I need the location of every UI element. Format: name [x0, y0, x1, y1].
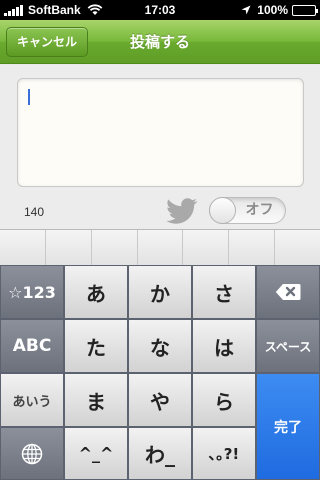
- key-ya[interactable]: や: [128, 373, 192, 427]
- candidate-bar: [0, 229, 320, 265]
- key-a[interactable]: あ: [64, 265, 128, 319]
- key-globe[interactable]: [0, 427, 64, 480]
- key-numbers[interactable]: ☆123: [0, 265, 64, 319]
- key-punctuation[interactable]: ､｡?!: [192, 427, 256, 480]
- twitter-bird-icon: [166, 198, 198, 224]
- key-sa[interactable]: さ: [192, 265, 256, 319]
- candidate-slot[interactable]: [92, 230, 138, 265]
- twitter-share-toggle[interactable]: オフ: [209, 197, 286, 224]
- toggle-state-label: オフ: [245, 202, 274, 218]
- key-space[interactable]: スペース: [256, 319, 320, 373]
- battery-icon: [292, 4, 318, 16]
- character-counter: 140: [24, 205, 45, 219]
- backspace-icon: [275, 284, 301, 300]
- key-wa[interactable]: わ_: [128, 427, 192, 480]
- candidate-slot[interactable]: [46, 230, 92, 265]
- candidate-slot[interactable]: [0, 230, 46, 265]
- japanese-keyboard: ☆123 あ か さ ABC た な は スペース あいう ま や ら 完了 ^…: [0, 265, 320, 480]
- key-delete[interactable]: [256, 265, 320, 319]
- globe-icon: [21, 443, 43, 464]
- key-ma[interactable]: ま: [64, 373, 128, 427]
- post-text-input[interactable]: [17, 78, 304, 187]
- status-bar: SoftBank 17:03 100%: [0, 0, 320, 20]
- key-ka[interactable]: か: [128, 265, 192, 319]
- candidate-slot[interactable]: [138, 230, 184, 265]
- toggle-knob: [209, 197, 236, 224]
- candidate-slot[interactable]: [229, 230, 276, 265]
- key-ha[interactable]: は: [192, 319, 256, 373]
- done-button[interactable]: 完了: [256, 373, 320, 480]
- candidate-slot[interactable]: [183, 230, 230, 265]
- key-na[interactable]: な: [128, 319, 192, 373]
- key-ra[interactable]: ら: [192, 373, 256, 427]
- cancel-button[interactable]: キャンセル: [6, 27, 89, 57]
- location-arrow-icon: [241, 5, 251, 15]
- navigation-bar: キャンセル 投稿する: [0, 20, 320, 64]
- candidate-slot[interactable]: [275, 230, 320, 265]
- compose-area: 140 オフ: [0, 65, 320, 230]
- key-kaomoji[interactable]: ^_^: [64, 427, 128, 480]
- text-caret: [28, 89, 30, 105]
- key-abc[interactable]: ABC: [0, 319, 64, 373]
- key-kana-mode[interactable]: あいう: [0, 373, 64, 427]
- battery-percent: 100%: [257, 3, 288, 17]
- key-ta[interactable]: た: [64, 319, 128, 373]
